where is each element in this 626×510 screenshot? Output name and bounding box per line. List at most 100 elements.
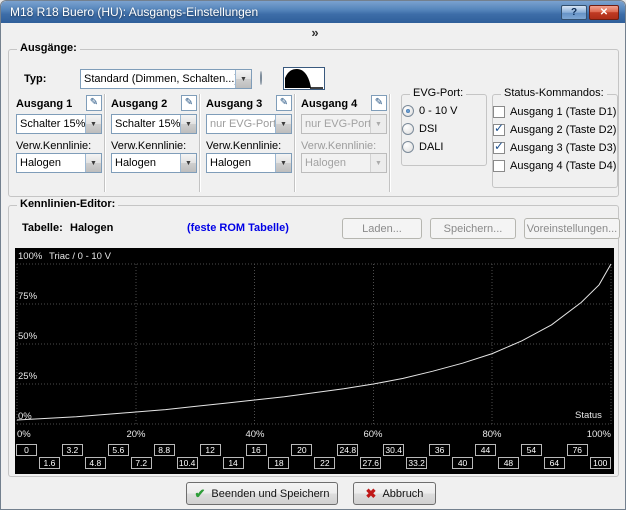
output-1-kennlinie-value: Halogen: [17, 154, 85, 172]
presets-button: Voreinstellungen...: [524, 218, 620, 239]
output-4-kennlinie-value: Halogen: [302, 154, 370, 172]
x-axis-tick: 40%: [245, 430, 264, 440]
radio-icon: [402, 141, 414, 153]
chart-status-label: Status: [575, 411, 602, 421]
scale-value-box[interactable]: 1.6: [39, 457, 60, 469]
typ-select[interactable]: Standard (Dimmen, Schalten...) ▼: [80, 69, 252, 89]
output-column-1: Ausgang 1 ✎ Schalter 15% ▼ Verw.Kennlini…: [14, 94, 104, 192]
radio-label: 0 - 10 V: [419, 105, 458, 117]
cancel-button[interactable]: ✖ Abbruch: [353, 482, 436, 505]
scale-value-box[interactable]: 100: [590, 457, 611, 469]
scale-value-box[interactable]: 44: [475, 444, 496, 456]
close-button[interactable]: ✕: [589, 5, 619, 20]
checkbox-ausgang-2[interactable]: ✓ Ausgang 2 (Taste D2): [493, 124, 616, 136]
collapse-button[interactable]: »: [297, 24, 333, 40]
scale-value-box[interactable]: 24.8: [337, 444, 358, 456]
scale-value-box[interactable]: 16: [246, 444, 267, 456]
load-button: Laden...: [342, 218, 422, 239]
scale-value-box[interactable]: 0: [16, 444, 37, 456]
scale-value-box[interactable]: 20: [291, 444, 312, 456]
tabelle-label: Tabelle:: [22, 222, 63, 234]
output-1-edit-button[interactable]: ✎: [86, 95, 102, 111]
output-3-kennlinie-value: Halogen: [207, 154, 275, 172]
scale-value-box[interactable]: 76: [567, 444, 588, 456]
scale-value-box[interactable]: 5.6: [108, 444, 129, 456]
radio-label: DSI: [419, 123, 437, 135]
kennlinie-chart-panel[interactable]: Triac / 0 - 10 V Status 100%75%50%25%0%0…: [15, 248, 614, 474]
save-and-close-label: Beenden und Speichern: [211, 488, 329, 500]
scale-value-box[interactable]: 12: [200, 444, 221, 456]
rom-table-note: (feste ROM Tabelle): [187, 222, 289, 234]
scale-value-box[interactable]: 54: [521, 444, 542, 456]
scale-value-box[interactable]: 10.4: [177, 457, 198, 469]
chart-mode-label: Triac / 0 - 10 V: [49, 252, 111, 262]
column-separator: [294, 94, 296, 192]
scale-value-box[interactable]: 36: [429, 444, 450, 456]
typ-select-value: Standard (Dimmen, Schalten...): [81, 70, 235, 88]
checkbox-label: Ausgang 3 (Taste D3): [510, 142, 616, 154]
radio-dali[interactable]: DALI: [402, 141, 443, 153]
scale-value-box[interactable]: 40: [452, 457, 473, 469]
output-4-edit-button[interactable]: ✎: [371, 95, 387, 111]
dropdown-arrow-icon: ▼: [370, 115, 386, 133]
checkbox-ausgang-3[interactable]: ✓ Ausgang 3 (Taste D3): [493, 142, 616, 154]
checkbox-ausgang-4[interactable]: Ausgang 4 (Taste D4): [493, 160, 616, 172]
scale-value-box[interactable]: 64: [544, 457, 565, 469]
output-1-kennlinie-select[interactable]: Halogen ▼: [16, 153, 102, 173]
output-2-mode-select[interactable]: Schalter 15% ▼: [111, 114, 197, 134]
output-4-kennlinie-label: Verw.Kennlinie:: [301, 140, 376, 152]
scale-value-box[interactable]: 22: [314, 457, 335, 469]
scale-value-box[interactable]: 18: [268, 457, 289, 469]
scale-value-box[interactable]: 27.6: [360, 457, 381, 469]
checkbox-icon: ✓: [493, 124, 505, 136]
scale-value-box[interactable]: 8.8: [154, 444, 175, 456]
ausgaenge-group-label: Ausgänge:: [17, 42, 80, 54]
radio-0-10v[interactable]: 0 - 10 V: [402, 105, 458, 117]
scale-value-box[interactable]: 30.4: [383, 444, 404, 456]
y-axis-tick: 25%: [18, 372, 37, 382]
scale-value-box[interactable]: 4.8: [85, 457, 106, 469]
output-column-2: Ausgang 2 ✎ Schalter 15% ▼ Verw.Kennlini…: [109, 94, 199, 192]
dropdown-arrow-icon: ▼: [180, 154, 196, 172]
output-2-kennlinie-select[interactable]: Halogen ▼: [111, 153, 197, 173]
output-3-edit-button[interactable]: ✎: [276, 95, 292, 111]
dimmer-curve-icon: [284, 68, 324, 89]
output-3-mode-value: nur EVG-Port: [207, 115, 275, 133]
radio-dsi[interactable]: DSI: [402, 123, 437, 135]
scale-value-box[interactable]: 14: [223, 457, 244, 469]
y-axis-tick: 50%: [18, 332, 37, 342]
edit-icon: ✎: [280, 98, 288, 108]
scale-value-box[interactable]: 48: [498, 457, 519, 469]
green-check-icon: ✔: [195, 486, 206, 502]
output-2-edit-button[interactable]: ✎: [181, 95, 197, 111]
cancel-label: Abbruch: [382, 488, 423, 500]
titlebar[interactable]: M18 R18 Buero (HU): Ausgangs-Einstellung…: [1, 1, 625, 23]
kennlinien-editor-group: Kennlinien-Editor: Tabelle: Halogen (fes…: [8, 205, 619, 477]
output-4-header: Ausgang 4: [301, 98, 357, 110]
output-column-3: Ausgang 3 ✎ nur EVG-Port ▼ Verw.Kennlini…: [204, 94, 294, 192]
edit-icon: ✎: [185, 98, 193, 108]
checkbox-label: Ausgang 2 (Taste D2): [510, 124, 616, 136]
help-button[interactable]: ?: [561, 5, 587, 20]
scale-value-box[interactable]: 33.2: [406, 457, 427, 469]
output-2-header: Ausgang 2: [111, 98, 167, 110]
evg-port-group: EVG-Port: 0 - 10 V DSI DALI: [401, 94, 487, 166]
checkbox-ausgang-1[interactable]: Ausgang 1 (Taste D1): [493, 106, 616, 118]
output-3-kennlinie-select[interactable]: Halogen ▼: [206, 153, 292, 173]
radio-icon: [402, 123, 414, 135]
typ-curve-radio[interactable]: [260, 71, 262, 85]
radio-label: DALI: [419, 141, 443, 153]
output-4-mode-value: nur EVG-Port: [302, 115, 370, 133]
column-separator: [389, 94, 391, 192]
ausgaenge-group: Ausgänge: Typ: Standard (Dimmen, Schalte…: [8, 49, 619, 197]
y-axis-tick: 75%: [18, 292, 37, 302]
dropdown-arrow-icon: ▼: [235, 70, 251, 88]
output-1-mode-select[interactable]: Schalter 15% ▼: [16, 114, 102, 134]
y-axis-tick: 0%: [18, 412, 32, 422]
output-3-mode-select: nur EVG-Port ▼: [206, 114, 292, 134]
save-and-close-button[interactable]: ✔ Beenden und Speichern: [186, 482, 338, 505]
column-separator: [199, 94, 201, 192]
scale-value-box[interactable]: 7.2: [131, 457, 152, 469]
checkbox-icon: [493, 106, 505, 118]
scale-value-box[interactable]: 3.2: [62, 444, 83, 456]
